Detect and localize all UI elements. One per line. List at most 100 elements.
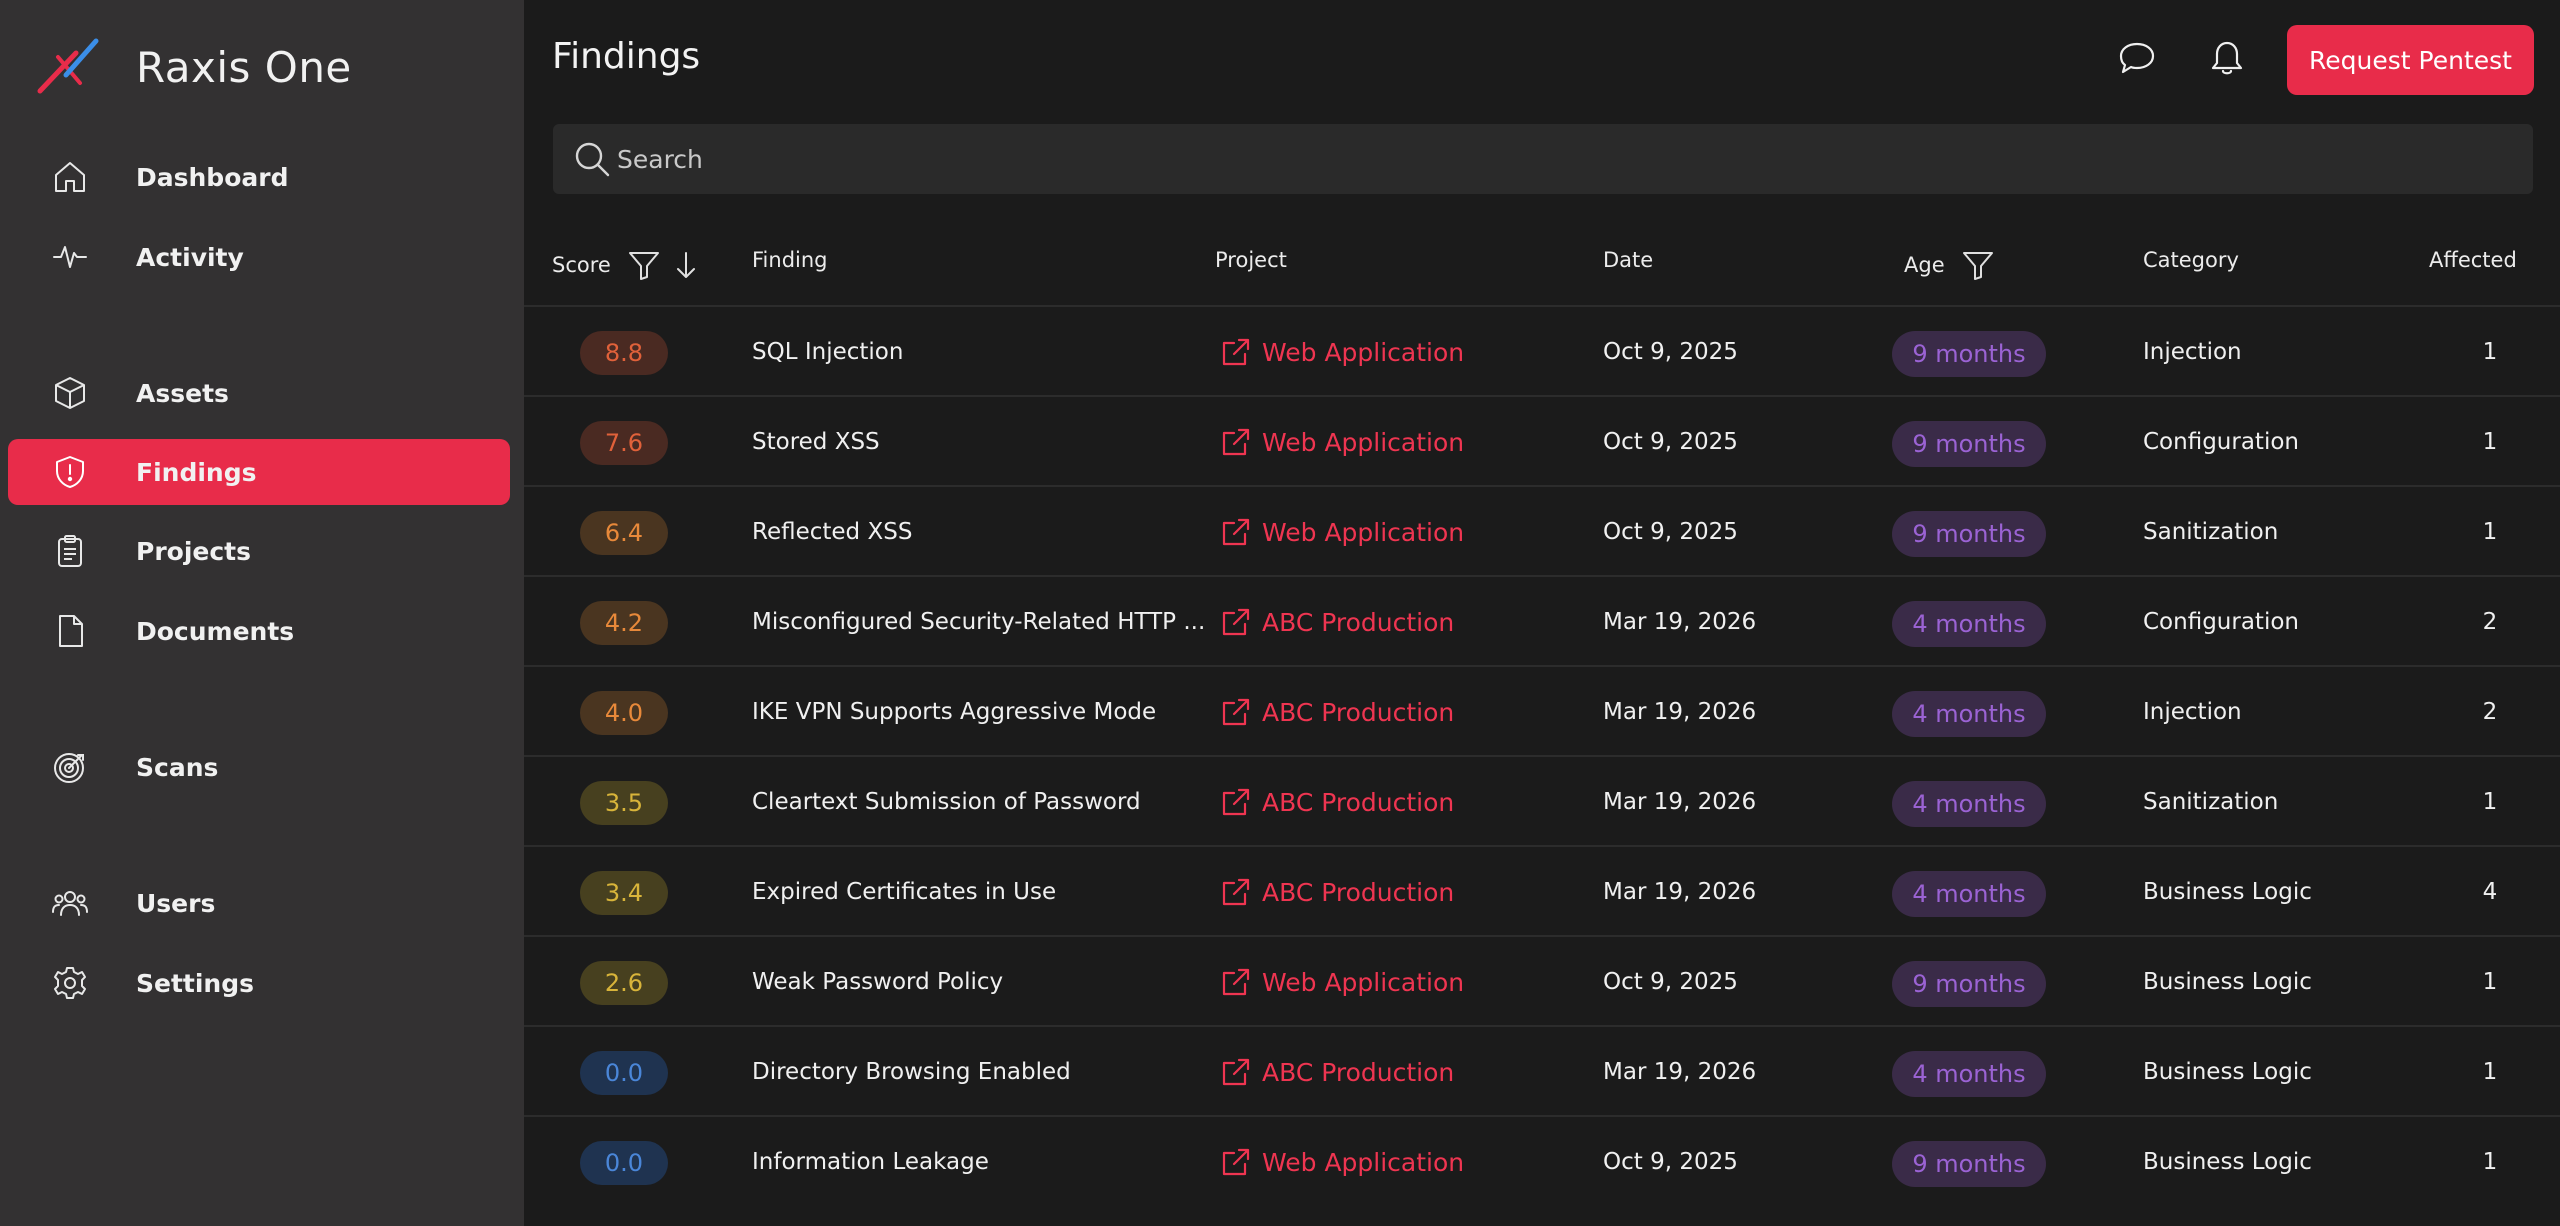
search-input[interactable]: [617, 134, 2497, 184]
table-row[interactable]: 8.8 SQL Injection Web Application Oct 9,…: [524, 305, 2560, 395]
score-badge: 4.0: [580, 691, 668, 735]
sidebar-item-dashboard[interactable]: Dashboard: [8, 144, 510, 210]
affected-count: 1: [2482, 1149, 2498, 1175]
shield-alert-icon: [52, 454, 88, 490]
affected-count: 1: [2482, 969, 2498, 995]
score-badge: 6.4: [580, 511, 668, 555]
table-row[interactable]: 0.0 Directory Browsing Enabled ABC Produ…: [524, 1025, 2560, 1115]
table-row[interactable]: 4.0 IKE VPN Supports Aggressive Mode ABC…: [524, 665, 2560, 755]
column-header-date[interactable]: Date: [1603, 248, 1653, 272]
sidebar-item-activity[interactable]: Activity: [8, 224, 510, 290]
affected-count: 2: [2482, 609, 2498, 635]
project-link[interactable]: Web Application: [1220, 1117, 1464, 1207]
external-link-icon: [1222, 1058, 1250, 1086]
project-link[interactable]: ABC Production: [1220, 757, 1454, 847]
table-row[interactable]: 3.4 Expired Certificates in Use ABC Prod…: [524, 845, 2560, 935]
column-header-label: Category: [2143, 248, 2239, 272]
sidebar-item-projects[interactable]: Projects: [8, 518, 510, 584]
finding-date: Oct 9, 2025: [1603, 969, 1738, 995]
project-name: ABC Production: [1262, 877, 1455, 907]
column-header-age[interactable]: Age: [1904, 248, 1995, 282]
finding-date: Mar 19, 2026: [1603, 789, 1757, 815]
external-link-icon: [1222, 428, 1250, 456]
brand[interactable]: Raxis One: [36, 36, 352, 98]
project-link[interactable]: ABC Production: [1220, 847, 1454, 937]
document-icon: [52, 613, 88, 649]
sidebar-item-scans[interactable]: Scans: [8, 734, 510, 800]
external-link-icon: [1222, 518, 1250, 546]
external-link-icon: [1222, 698, 1250, 726]
project-link[interactable]: Web Application: [1220, 397, 1464, 487]
finding-date: Mar 19, 2026: [1603, 699, 1757, 725]
finding-date: Oct 9, 2025: [1603, 519, 1738, 545]
finding-category: Sanitization: [2143, 519, 2279, 545]
table-row[interactable]: 7.6 Stored XSS Web Application Oct 9, 20…: [524, 395, 2560, 485]
column-header-label: Score: [552, 253, 611, 277]
search-bar[interactable]: [553, 124, 2533, 194]
chat-icon[interactable]: [2117, 38, 2157, 78]
project-link[interactable]: Web Application: [1220, 937, 1464, 1027]
project-name: Web Application: [1262, 967, 1465, 997]
score-badge: 3.4: [580, 871, 668, 915]
table-row[interactable]: 4.2 Misconfigured Security-Related HTTP …: [524, 575, 2560, 665]
sidebar: Raxis One Dashboard Activity Assets Find…: [0, 0, 524, 1226]
sidebar-item-documents[interactable]: Documents: [8, 598, 510, 664]
sort-descending-icon[interactable]: [673, 250, 699, 280]
filter-icon[interactable]: [627, 248, 661, 282]
column-header-category[interactable]: Category: [2143, 248, 2239, 272]
target-icon: [52, 749, 88, 785]
finding-date: Oct 9, 2025: [1603, 339, 1738, 365]
column-header-label: Project: [1215, 248, 1287, 272]
finding-name: Stored XSS: [752, 429, 880, 455]
project-link[interactable]: Web Application: [1220, 487, 1464, 577]
project-link[interactable]: ABC Production: [1220, 667, 1454, 757]
column-header-score[interactable]: Score: [552, 248, 699, 282]
project-link[interactable]: ABC Production: [1220, 577, 1454, 667]
request-pentest-button[interactable]: Request Pentest: [2287, 25, 2534, 95]
users-icon: [52, 885, 88, 921]
finding-date: Oct 9, 2025: [1603, 429, 1738, 455]
finding-name: Cleartext Submission of Password: [752, 789, 1141, 815]
sidebar-item-findings[interactable]: Findings: [8, 439, 510, 505]
home-icon: [52, 159, 88, 195]
sidebar-item-settings[interactable]: Settings: [8, 950, 510, 1016]
affected-count: 1: [2482, 789, 2498, 815]
project-name: Web Application: [1262, 337, 1465, 367]
finding-name: Expired Certificates in Use: [752, 879, 1057, 905]
age-badge: 9 months: [1892, 511, 2046, 557]
column-header-label: Finding: [752, 248, 828, 272]
table-row[interactable]: 6.4 Reflected XSS Web Application Oct 9,…: [524, 485, 2560, 575]
finding-date: Mar 19, 2026: [1603, 879, 1757, 905]
project-name: ABC Production: [1262, 1057, 1455, 1087]
project-name: Web Application: [1262, 517, 1465, 547]
filter-icon[interactable]: [1961, 248, 1995, 282]
score-badge: 0.0: [580, 1141, 668, 1185]
external-link-icon: [1222, 338, 1250, 366]
sidebar-item-label: Activity: [136, 242, 244, 272]
age-badge: 9 months: [1892, 1141, 2046, 1187]
column-header-label: Date: [1603, 248, 1654, 272]
project-link[interactable]: Web Application: [1220, 307, 1464, 397]
column-header-project[interactable]: Project: [1215, 248, 1287, 272]
clipboard-icon: [52, 533, 88, 569]
age-badge: 4 months: [1892, 691, 2046, 737]
project-link[interactable]: ABC Production: [1220, 1027, 1454, 1117]
finding-name: Information Leakage: [752, 1149, 989, 1175]
score-badge: 3.5: [580, 781, 668, 825]
affected-count: 4: [2482, 879, 2498, 905]
page-title: Findings: [552, 36, 701, 77]
column-header-affected[interactable]: Affected: [2429, 248, 2517, 272]
table-row[interactable]: 3.5 Cleartext Submission of Password ABC…: [524, 755, 2560, 845]
sidebar-item-users[interactable]: Users: [8, 870, 510, 936]
table-row[interactable]: 0.0 Information Leakage Web Application …: [524, 1115, 2560, 1205]
sidebar-item-assets[interactable]: Assets: [8, 360, 510, 426]
finding-category: Business Logic: [2143, 969, 2312, 995]
column-header-finding[interactable]: Finding: [752, 248, 828, 272]
finding-category: Business Logic: [2143, 879, 2312, 905]
sidebar-item-label: Documents: [136, 616, 295, 646]
bell-icon[interactable]: [2207, 38, 2247, 78]
project-name: ABC Production: [1262, 697, 1455, 727]
finding-category: Injection: [2143, 699, 2242, 725]
finding-category: Business Logic: [2143, 1149, 2312, 1175]
table-row[interactable]: 2.6 Weak Password Policy Web Application…: [524, 935, 2560, 1025]
